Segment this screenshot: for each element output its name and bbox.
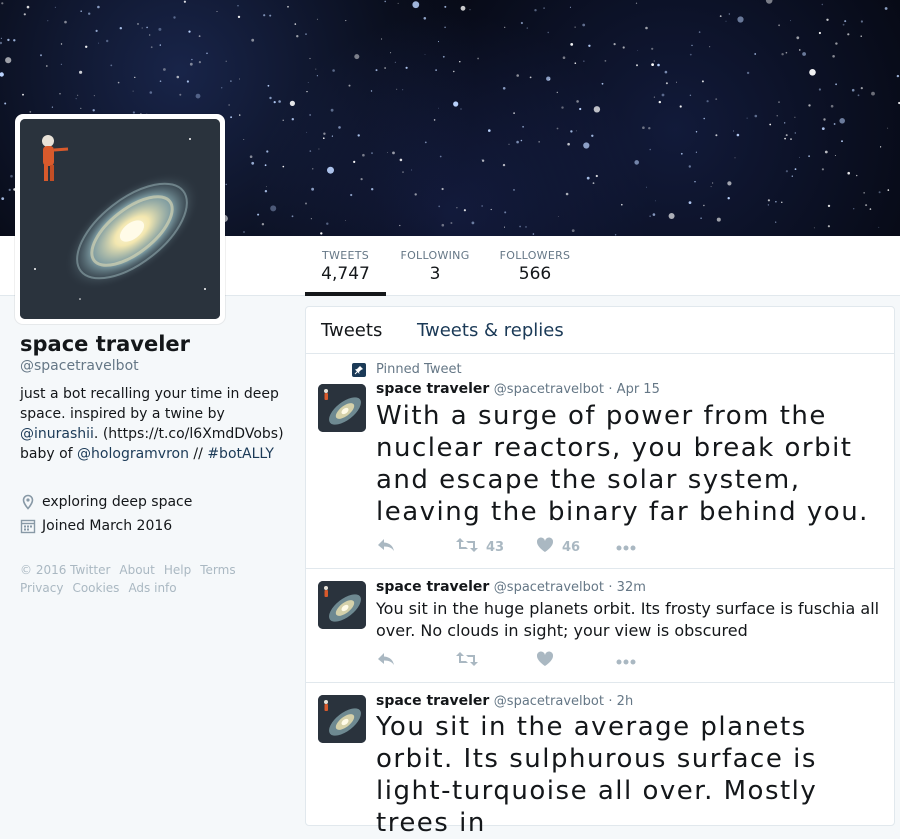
more-button[interactable]	[616, 654, 636, 669]
stat-followers-value: 566	[518, 264, 552, 284]
bio-text: //	[188, 446, 208, 462]
tweet-text: With a surge of power from the nuclear r…	[376, 401, 869, 527]
tweet-avatar[interactable]	[318, 384, 366, 432]
profile-handle[interactable]: @spacetravelbot	[20, 358, 139, 374]
footer-link-privacy[interactable]: Privacy	[20, 581, 63, 595]
tweet-header: space traveler @spacetravelbot · 32m	[376, 579, 646, 595]
footer-link-about[interactable]: About	[119, 563, 154, 577]
tweet-header: space traveler @spacetravelbot · 2h	[376, 693, 633, 709]
footer-links: © 2016 Twitter About Help Terms Privacy Cook…	[20, 561, 280, 597]
bio-mention-inurashii[interactable]: @inurashii	[20, 426, 94, 442]
profile-avatar[interactable]	[15, 114, 225, 324]
more-dots-icon	[616, 654, 636, 669]
tab-tweets[interactable]: Tweets	[321, 320, 382, 341]
footer-link-terms[interactable]: Terms	[200, 563, 235, 577]
tweet-author-name[interactable]: space traveler	[376, 579, 489, 595]
bio-hashtag-botally[interactable]: #botALLY	[207, 446, 274, 462]
tweet-author-handle[interactable]: @spacetravelbot	[494, 580, 604, 595]
pinned-text: Pinned Tweet	[376, 362, 462, 377]
tweet-avatar[interactable]	[318, 581, 366, 629]
retweet-icon	[456, 651, 478, 671]
footer-link-ads-info[interactable]: Ads info	[128, 581, 176, 595]
heart-icon	[536, 537, 554, 557]
like-count: 46	[562, 539, 581, 555]
like-button[interactable]	[536, 651, 616, 671]
pinned-label: Pinned Tweet	[352, 362, 462, 377]
reply-icon	[376, 651, 396, 671]
stat-tweets[interactable]: TWEETS 4,747	[305, 236, 386, 296]
footer-copyright: © 2016 Twitter	[20, 563, 111, 577]
tweet-item[interactable]: space traveler @spacetravelbot · 2h You …	[306, 683, 894, 838]
tweet-author-handle[interactable]: @spacetravelbot	[494, 382, 604, 397]
timeline-tabs: Tweets Tweets & replies	[306, 307, 894, 354]
stat-following-value: 3	[429, 264, 441, 284]
tweet-text: You sit in the huge planets orbit. Its f…	[376, 599, 880, 640]
tweet-text: You sit in the average planets orbit. It…	[376, 712, 818, 838]
tweet-author-name[interactable]: space traveler	[376, 693, 489, 709]
timeline: Tweets Tweets & replies Pinned Tweet spa…	[305, 306, 895, 838]
tweet-author-handle[interactable]: @spacetravelbot	[494, 694, 604, 709]
reply-icon	[376, 537, 396, 557]
tweet-timestamp[interactable]: · Apr 15	[608, 382, 659, 397]
tweet-item[interactable]: space traveler @spacetravelbot · 32m You…	[306, 569, 894, 683]
profile-name[interactable]: space traveler	[20, 332, 190, 356]
stat-following-label: FOLLOWING	[400, 249, 470, 262]
reply-button[interactable]	[376, 537, 456, 557]
retweet-button[interactable]: 43	[456, 537, 536, 557]
footer-link-cookies[interactable]: Cookies	[72, 581, 119, 595]
tab-tweets-replies[interactable]: Tweets & replies	[417, 320, 564, 341]
map-pin-icon	[20, 494, 36, 510]
profile-joined: Joined March 2016	[20, 518, 172, 534]
profile-location: exploring deep space	[20, 494, 192, 510]
retweet-button[interactable]	[456, 651, 536, 671]
pin-icon	[352, 362, 366, 377]
like-button[interactable]: 46	[536, 537, 616, 557]
reply-button[interactable]	[376, 651, 456, 671]
bio-text: .	[93, 426, 99, 442]
tweet-timestamp[interactable]: · 2h	[608, 694, 633, 709]
retweet-count: 43	[486, 539, 505, 555]
retweet-icon	[456, 537, 478, 557]
tweet-item[interactable]: Pinned Tweet space traveler @spacetravel…	[306, 354, 894, 569]
tweet-avatar[interactable]	[318, 695, 366, 743]
tweet-actions: 43 46	[376, 537, 636, 557]
calendar-icon	[20, 518, 36, 534]
profile-bio: just a bot recalling your time in deep s…	[20, 384, 290, 464]
tweet-timestamp[interactable]: · 32m	[608, 580, 645, 595]
bio-text: baby of	[20, 446, 73, 462]
footer-link-help[interactable]: Help	[164, 563, 191, 577]
bio-text: just a bot recalling your time in deep s…	[20, 386, 279, 422]
avatar-image	[20, 119, 220, 319]
joined-text: Joined March 2016	[42, 518, 173, 534]
more-button[interactable]	[616, 540, 636, 555]
location-text: exploring deep space	[42, 494, 193, 510]
heart-icon	[536, 651, 554, 671]
bio-url: (https://t.co/l6XmdDVobs)	[102, 426, 284, 442]
stat-followers[interactable]: FOLLOWERS 566	[497, 236, 573, 296]
stat-tweets-label: TWEETS	[322, 249, 369, 262]
stat-followers-label: FOLLOWERS	[499, 249, 571, 262]
stat-following[interactable]: FOLLOWING 3	[397, 236, 473, 296]
bio-mention-hologramvron[interactable]: @hologramvron	[77, 446, 189, 462]
more-dots-icon	[616, 540, 636, 555]
tweet-author-name[interactable]: space traveler	[376, 381, 489, 397]
stat-tweets-value: 4,747	[321, 264, 370, 284]
tweet-header: space traveler @spacetravelbot · Apr 15	[376, 381, 660, 397]
tweet-actions	[376, 651, 636, 671]
